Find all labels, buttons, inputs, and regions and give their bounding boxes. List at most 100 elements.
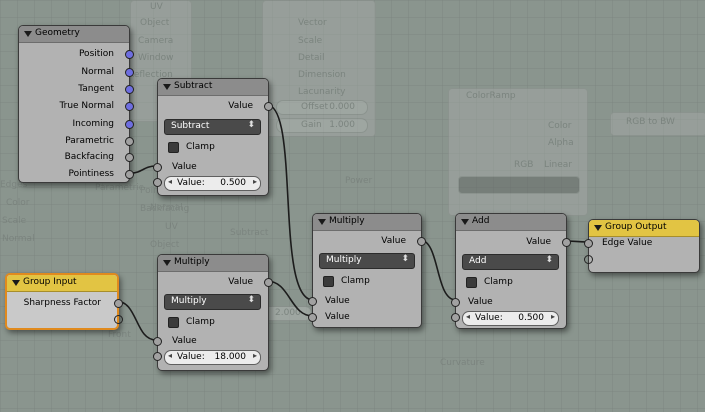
socket-label: True Normal <box>59 101 114 111</box>
field-label: Value: <box>475 313 503 323</box>
node-title: Add <box>472 216 490 226</box>
decrement-arrow-icon[interactable]: ◂ <box>168 177 172 186</box>
subtract-math-node[interactable]: Subtract Value Subtract ⬍ Clamp Value ◂ … <box>153 78 273 196</box>
node-header[interactable]: Group Output <box>589 220 699 237</box>
group-input-node[interactable]: Group Input Sharpness Factor <box>5 273 123 330</box>
increment-arrow-icon[interactable]: ▸ <box>551 312 555 321</box>
operation-dropdown[interactable]: Subtract ⬍ <box>164 119 261 135</box>
input-socket[interactable] <box>451 298 460 307</box>
node-header[interactable]: Group Input <box>7 275 117 292</box>
clamp-checkbox[interactable] <box>466 277 477 288</box>
input-socket[interactable] <box>153 352 162 361</box>
geometry-node[interactable]: Geometry Position Normal Tangent True No… <box>18 25 134 183</box>
socket-label: Value <box>228 101 253 111</box>
input-socket[interactable] <box>584 239 593 248</box>
vector-socket[interactable] <box>125 102 134 111</box>
vector-socket[interactable] <box>125 120 134 129</box>
socket-label: Value <box>172 162 197 172</box>
socket-label: Backfacing <box>64 152 114 162</box>
value-field[interactable]: ◂ Value: 18.000 ▸ <box>164 350 261 365</box>
field-value: 0.500 <box>220 178 246 188</box>
dropdown-value: Multiply <box>326 255 362 265</box>
operation-dropdown[interactable]: Multiply ⬍ <box>164 294 261 310</box>
socket-label: Sharpness Factor <box>23 298 101 308</box>
input-socket[interactable] <box>153 337 162 346</box>
clamp-checkbox[interactable] <box>168 142 179 153</box>
updown-arrow-icon: ⬍ <box>247 120 255 130</box>
socket-label: Position <box>78 49 114 59</box>
clamp-label: Clamp <box>341 276 370 286</box>
output-socket[interactable] <box>114 299 123 308</box>
value-socket[interactable] <box>125 170 134 179</box>
node-header[interactable]: Subtract <box>158 79 268 96</box>
node-title: Subtract <box>174 81 213 91</box>
collapse-arrow-icon[interactable] <box>594 225 602 231</box>
node-header[interactable]: Multiply <box>313 214 421 231</box>
link-subtract-to-multiply <box>266 104 314 301</box>
value-field[interactable]: ◂ Value: 0.500 ▸ <box>462 311 559 326</box>
value-socket[interactable] <box>125 137 134 146</box>
collapse-arrow-icon[interactable] <box>163 260 171 266</box>
operation-dropdown[interactable]: Multiply ⬍ <box>319 253 415 269</box>
collapse-arrow-icon[interactable] <box>318 219 326 225</box>
empty-socket[interactable] <box>584 255 593 264</box>
socket-label: Value <box>468 297 493 307</box>
link-multiply-to-add <box>419 239 457 301</box>
link-multiply-to-multiply <box>266 280 314 317</box>
value-socket[interactable] <box>125 153 134 162</box>
vector-socket[interactable] <box>125 50 134 59</box>
vector-socket[interactable] <box>125 68 134 77</box>
socket-label: Value <box>325 296 350 306</box>
socket-label: Parametric <box>65 136 114 146</box>
output-socket[interactable] <box>264 102 273 111</box>
increment-arrow-icon[interactable]: ▸ <box>253 177 257 186</box>
socket-label: Value <box>172 336 197 346</box>
decrement-arrow-icon[interactable]: ◂ <box>466 312 470 321</box>
dropdown-value: Subtract <box>171 121 210 131</box>
multiply-math-node[interactable]: Multiply Value Multiply ⬍ Clamp Value ◂ … <box>153 254 273 371</box>
value-field[interactable]: ◂ Value: 0.500 ▸ <box>164 176 261 191</box>
collapse-arrow-icon[interactable] <box>163 84 171 90</box>
collapse-arrow-icon[interactable] <box>12 280 20 286</box>
input-socket[interactable] <box>451 313 460 322</box>
input-socket[interactable] <box>308 297 317 306</box>
dropdown-value: Multiply <box>171 296 207 306</box>
updown-arrow-icon: ⬍ <box>247 295 255 305</box>
node-header[interactable]: Geometry <box>19 26 129 43</box>
updown-arrow-icon: ⬍ <box>401 254 409 264</box>
increment-arrow-icon[interactable]: ▸ <box>253 351 257 360</box>
output-socket[interactable] <box>417 237 426 246</box>
operation-dropdown[interactable]: Add ⬍ <box>462 254 559 270</box>
input-socket[interactable] <box>153 163 162 172</box>
input-socket[interactable] <box>308 313 317 322</box>
clamp-checkbox[interactable] <box>323 276 334 287</box>
clamp-label: Clamp <box>186 142 215 152</box>
vector-socket[interactable] <box>125 85 134 94</box>
input-socket[interactable] <box>153 178 162 187</box>
decrement-arrow-icon[interactable]: ◂ <box>168 351 172 360</box>
socket-label: Value <box>526 237 551 247</box>
field-label: Value: <box>177 352 205 362</box>
output-socket[interactable] <box>264 278 273 287</box>
field-value: 18.000 <box>214 352 247 362</box>
socket-label: Tangent <box>78 84 114 94</box>
multiply-math-node-center[interactable]: Multiply Value Multiply ⬍ Clamp Value Va… <box>308 213 426 328</box>
field-label: Value: <box>177 178 205 188</box>
node-title: Geometry <box>35 28 80 38</box>
socket-label: Pointiness <box>68 169 114 179</box>
output-socket[interactable] <box>562 238 571 247</box>
node-title: Group Input <box>23 277 77 287</box>
collapse-arrow-icon[interactable] <box>24 31 32 37</box>
socket-label: Edge Value <box>602 238 653 248</box>
socket-label: Normal <box>81 67 114 77</box>
field-value: 0.500 <box>518 313 544 323</box>
group-output-node[interactable]: Group Output Edge Value <box>584 219 700 273</box>
empty-socket[interactable] <box>114 315 123 324</box>
add-math-node[interactable]: Add Value Add ⬍ Clamp Value ◂ Value: 0.5… <box>451 213 571 329</box>
collapse-arrow-icon[interactable] <box>461 219 469 225</box>
node-header[interactable]: Multiply <box>158 255 268 272</box>
socket-label: Value <box>381 236 406 246</box>
clamp-checkbox[interactable] <box>168 317 179 328</box>
node-header[interactable]: Add <box>456 214 566 231</box>
node-title: Group Output <box>605 222 667 232</box>
